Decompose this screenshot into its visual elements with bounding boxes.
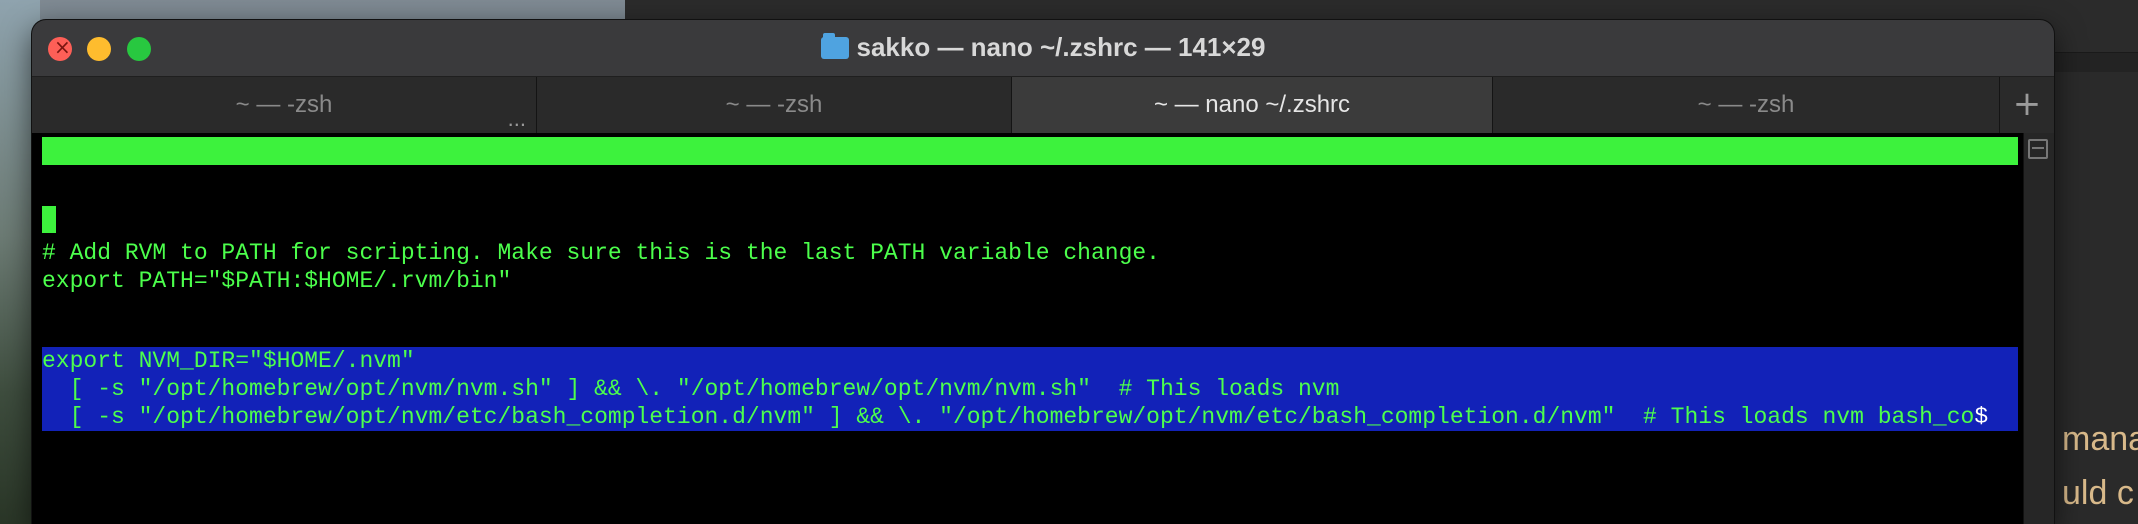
tab-label: ~ — -zsh xyxy=(725,91,823,118)
tab-label: ~ — -zsh xyxy=(235,91,333,118)
terminal-window: sakko — nano ~/.zshrc — 141×29 ~ — -zsh … xyxy=(32,20,2054,524)
editor-version: UW PICO 5.09 xyxy=(70,166,236,192)
tab-nano-zshrc[interactable]: ~ — nano ~/.zshrc xyxy=(1012,77,1493,133)
tab-bar: ~ — -zsh ... ~ — -zsh ~ — nano ~/.zshrc … xyxy=(32,77,2054,133)
window-title: sakko — nano ~/.zshrc — 141×29 xyxy=(32,32,2054,63)
tab-label: ~ — nano ~/.zshrc xyxy=(1153,91,1351,118)
selected-code-line: [ -s "/opt/homebrew/opt/nvm/nvm.sh" ] &&… xyxy=(42,376,1340,402)
selected-code-line: [ -s "/opt/homebrew/opt/nvm/etc/bash_com… xyxy=(42,403,1989,431)
tab-overflow-indicator: ... xyxy=(507,106,526,131)
background-text-line-2: uld c xyxy=(2062,474,2134,512)
title-bar[interactable]: sakko — nano ~/.zshrc — 141×29 xyxy=(32,20,2054,77)
text-cursor xyxy=(42,206,56,233)
background-text-line-1: mana xyxy=(2062,420,2138,458)
selected-code-line-text: [ -s "/opt/homebrew/opt/nvm/etc/bash_com… xyxy=(42,404,1975,430)
code-line: # Add RVM to PATH for scripting. Make su… xyxy=(42,240,1160,266)
line-overflow-marker: $ xyxy=(1974,404,1989,430)
terminal-content[interactable]: UW PICO 5.09 File: /Users/sakko/.zshrc #… xyxy=(32,133,2054,524)
tab-zsh-3[interactable]: ~ — -zsh xyxy=(1493,77,2000,133)
window-title-text: sakko — nano ~/.zshrc — 141×29 xyxy=(856,32,1266,62)
scrollbar-toggle-icon[interactable] xyxy=(2028,139,2048,159)
pico-header-bar: UW PICO 5.09 File: /Users/sakko/.zshrc xyxy=(42,137,2018,220)
vertical-scrollbar[interactable] xyxy=(2023,133,2054,524)
tab-zsh-1[interactable]: ~ — -zsh ... xyxy=(32,77,537,133)
tab-zsh-2[interactable]: ~ — -zsh xyxy=(537,77,1012,133)
folder-icon xyxy=(820,33,849,59)
selected-code-line: export NVM_DIR="$HOME/.nvm" xyxy=(42,348,415,374)
editor-file-path: File: /Users/sakko/.zshrc xyxy=(857,194,1203,220)
tab-label: ~ — -zsh xyxy=(1697,91,1795,118)
new-tab-button[interactable]: + xyxy=(1999,77,2054,133)
code-line: export PATH="$PATH:$HOME/.rvm/bin" xyxy=(42,268,512,294)
